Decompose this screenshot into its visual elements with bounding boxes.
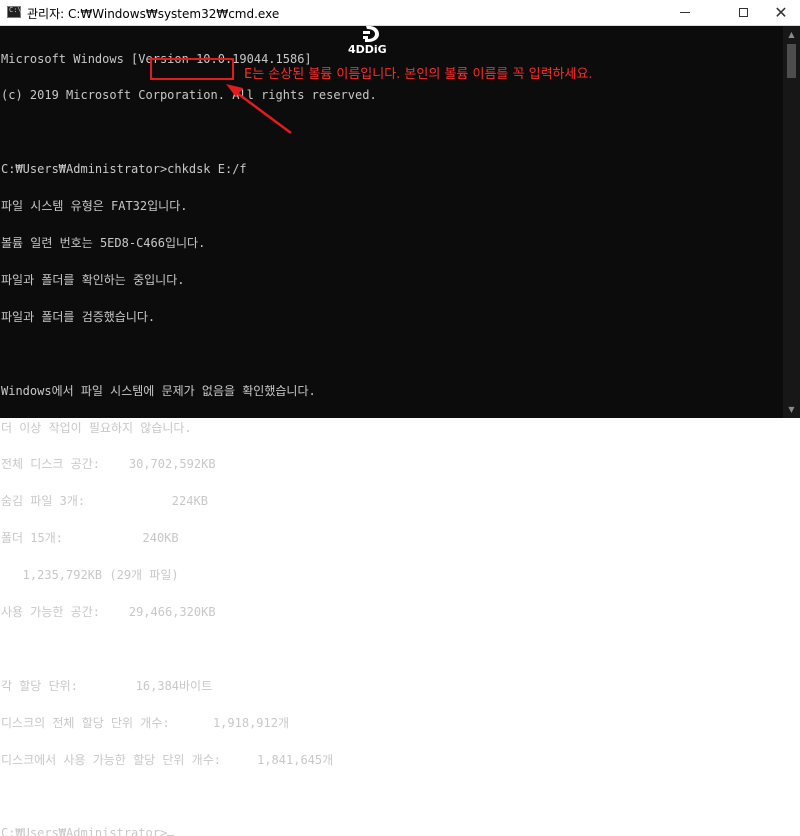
minimize-button[interactable]	[662, 0, 708, 25]
console-line: 디스크의 전체 할당 단위 개수: 1,918,912개	[1, 716, 290, 729]
cmd-icon[interactable]	[7, 6, 22, 18]
maximize-icon	[738, 8, 748, 17]
console-line: 더 이상 작업이 필요하지 않습니다.	[1, 421, 192, 434]
console-line: 전체 디스크 공간: 30,702,592KB	[1, 458, 216, 471]
console-line: 폴더 15개: 240KB	[1, 532, 179, 545]
console-line: 파일 시스템 유형은 FAT32입니다.	[1, 200, 188, 213]
console-line: 숨김 파일 3개: 224KB	[1, 495, 208, 508]
console-line: 디스크에서 사용 가능한 할당 단위 개수: 1,841,645개	[1, 753, 334, 766]
console-line: 1,235,792KB (29개 파일)	[1, 569, 179, 582]
logo-mark-icon	[363, 25, 379, 42]
logo-text: 4DDiG	[348, 43, 387, 56]
console-line: 사용 가능한 공간: 29,466,320KB	[1, 605, 216, 619]
console-line: 파일과 폴더를 검증했습니다.	[1, 310, 156, 324]
title-bar[interactable]: 관리자: C:₩Windows₩system32₩cmd.exe ✕	[0, 0, 800, 26]
console-output[interactable]: Microsoft Windows [Version 10.0.19044.15…	[0, 26, 783, 836]
console-line: (c) 2019 Microsoft Corporation. All righ…	[1, 89, 377, 102]
annotation-text: E는 손상된 볼륨 이름입니다. 본인의 볼륨 이름를 꼭 입력하세요.	[244, 67, 593, 82]
vertical-scrollbar[interactable]: ▲ ▼	[783, 26, 800, 418]
console-line: C:₩Users₩Administrator>chkdsk E:/f	[1, 163, 247, 176]
scroll-thumb[interactable]	[787, 44, 796, 78]
console-line: Windows에서 파일 시스템에 문제가 없음을 확인했습니다.	[1, 384, 316, 397]
scroll-down-icon[interactable]: ▼	[783, 401, 800, 418]
console-prompt: C:₩Users₩Administrator>	[1, 827, 168, 836]
console-line: 볼륨 일련 번호는 5ED8-C466입니다.	[1, 237, 206, 250]
console-line: 각 할당 단위: 16,384바이트	[1, 679, 213, 693]
close-button[interactable]: ✕	[758, 0, 800, 25]
console-prompt-line[interactable]: C:₩Users₩Administrator>	[1, 827, 783, 836]
close-icon: ✕	[774, 2, 788, 22]
command-highlight-box	[150, 58, 234, 80]
text-cursor	[167, 835, 175, 836]
minimize-icon	[680, 12, 690, 13]
brand-logo: 4DDiG	[342, 24, 402, 56]
console-line: 파일과 폴더를 확인하는 중입니다.	[1, 273, 185, 287]
scroll-up-icon[interactable]: ▲	[783, 26, 800, 43]
window-title: 관리자: C:₩Windows₩system32₩cmd.exe	[27, 7, 280, 21]
